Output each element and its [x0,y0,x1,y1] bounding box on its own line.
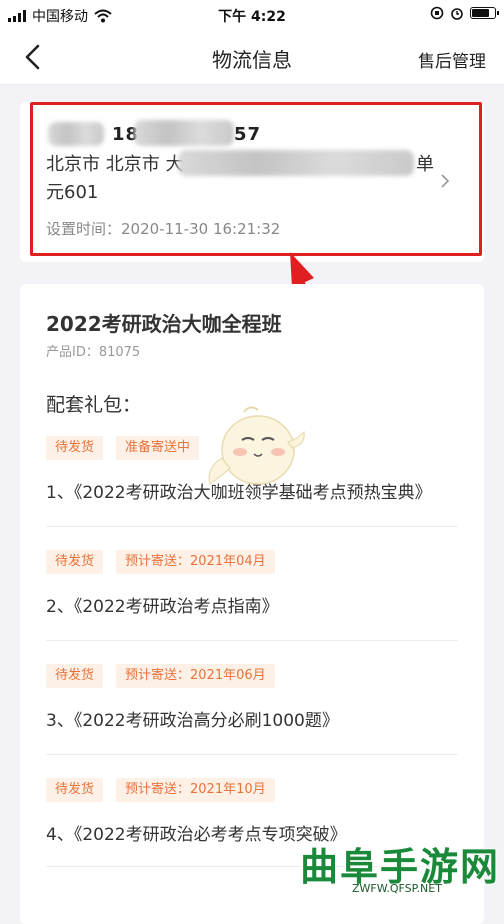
product-id: 产品ID：81075 [46,345,141,360]
divider [46,754,458,755]
gift-item-name: 3、《2022考研政治高分必刷1000题》 [46,711,339,731]
product-title: 2022考研政治大咖全程班 [46,312,282,336]
divider [46,526,458,527]
status-badge: 待发货 [46,778,104,802]
shipping-badge: 预计寄送：2021年04月 [116,550,275,574]
battery-icon [470,7,499,19]
gift-item-name: 2、《2022考研政治考点指南》 [46,597,279,617]
status-badge: 待发货 [46,436,104,460]
status-badge: 待发货 [46,550,104,574]
mascot-icon [208,406,305,486]
status-badge: 待发货 [46,664,104,688]
shipping-badge: 预计寄送：2021年06月 [116,664,275,688]
gift-heading: 配套礼包： [46,394,142,416]
shipping-badge: 预计寄送：2021年10月 [116,778,275,802]
shipping-badge: 准备寄送中 [116,436,200,460]
alarm-icon [451,8,463,20]
after-sales-button[interactable]: 售后管理 [418,47,486,72]
highlight-box [30,102,482,256]
status-bar: 中国移动 下午 4:22 [0,0,504,30]
rotation-lock-icon [430,6,444,20]
status-time: 下午 4:22 [218,9,286,25]
watermark-url: ZWFW.QFSP.NET [352,882,442,895]
status-right [430,6,499,20]
divider [46,640,458,641]
nav-bar: 物流信息 售后管理 [0,30,504,85]
